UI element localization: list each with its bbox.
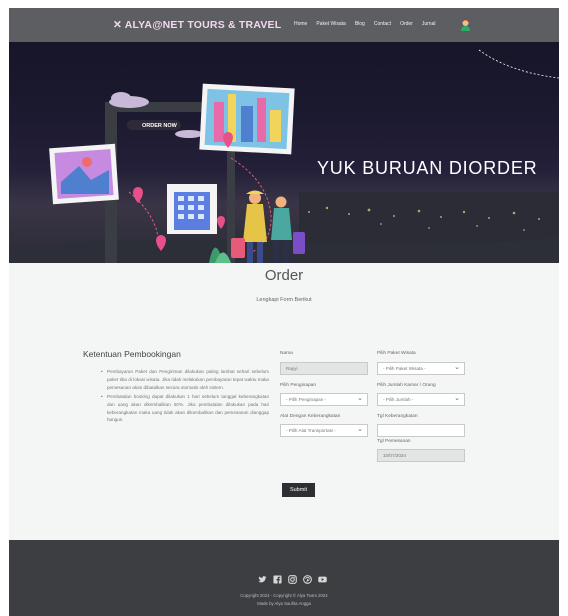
nav-link-order[interactable]: Order <box>400 21 413 27</box>
hero-banner: ORDER NOW YUK BURUAN DIORDER <box>9 42 559 263</box>
navbar: ✕ ALYA@NET TOURS & TRAVEL Home Paket Wis… <box>9 8 559 42</box>
paket-label: Pilih Paket Wisata <box>377 351 416 356</box>
footer: Copyright 2024 - Copyright © Alya Team 2… <box>9 540 559 616</box>
nav-link-home[interactable]: Home <box>294 21 307 27</box>
submit-button[interactable]: Submit <box>282 483 315 497</box>
user-avatar-icon[interactable] <box>460 19 471 31</box>
footer-credit: Made by Alya Saufita Angga <box>257 601 311 606</box>
tgl-pemesanan-label: Tgl Pemesanan <box>377 439 411 444</box>
instagram-icon[interactable] <box>288 575 297 584</box>
travel-illustration <box>9 49 559 263</box>
paket-value: - Pilih Paket Wisata - <box>383 366 426 371</box>
terms-item: Pembatalan booking dapat dilakukan 1 har… <box>101 393 269 425</box>
tgl-pemesanan-input[interactable]: 10/07/2024 <box>377 449 465 462</box>
terms-list: Pembayaran Paket dan Pengiriman dilakuka… <box>101 368 269 425</box>
youtube-icon[interactable] <box>318 575 327 584</box>
nama-label: Nama <box>280 351 293 356</box>
page: ✕ ALYA@NET TOURS & TRAVEL Home Paket Wis… <box>9 8 559 616</box>
hero-headline: YUK BURUAN DIORDER <box>317 158 538 178</box>
paket-select[interactable]: - Pilih Paket Wisata - <box>377 362 465 375</box>
order-subtitle: Lengkapi Form Berikut <box>256 297 312 303</box>
kamar-select[interactable]: - Pilih Jumlah - <box>377 393 465 406</box>
nav-link-contact[interactable]: Contact <box>374 21 391 27</box>
terms-title: Ketentuan Pembookingan <box>83 349 181 359</box>
penginapan-value: - Pilih Penginapan - <box>286 397 327 402</box>
footer-copyright: Copyright 2024 - Copyright © Alya Team 2… <box>240 593 328 598</box>
pinterest-icon[interactable] <box>303 575 312 584</box>
penginapan-label: Pilih Penginapan <box>280 383 317 388</box>
alat-value: - Pilih Alat Transportasi - <box>286 428 336 433</box>
kamar-value: - Pilih Jumlah - <box>383 397 414 402</box>
nav-links: Home Paket Wisata Blog Contact Order Jur… <box>294 21 435 27</box>
tgl-berangkat-label: Tgl Keberangkatan <box>377 414 418 419</box>
facebook-icon[interactable] <box>273 575 282 584</box>
twitter-icon[interactable] <box>258 575 267 584</box>
kamar-label: Pilih Jumlah Kamar / Orang <box>377 383 436 388</box>
alat-label: Alat Dengan Keberangkatan <box>280 414 341 419</box>
social-links <box>258 575 327 584</box>
penginapan-select[interactable]: - Pilih Penginapan - <box>280 393 368 406</box>
alat-select[interactable]: - Pilih Alat Transportasi - <box>280 424 368 437</box>
nav-link-paket-wisata[interactable]: Paket Wisata <box>316 21 345 27</box>
brand-logo[interactable]: ✕ ALYA@NET TOURS & TRAVEL <box>113 19 281 31</box>
plane-icon: ✕ <box>113 19 122 31</box>
nav-link-blog[interactable]: Blog <box>355 21 365 27</box>
order-title: Order <box>264 267 304 284</box>
brand-name: ALYA@NET TOURS & TRAVEL <box>124 19 282 31</box>
tgl-berangkat-input[interactable] <box>377 424 465 437</box>
order-now-label: ORDER NOW <box>142 123 177 129</box>
nama-input[interactable]: Rayyi <box>280 362 368 375</box>
nav-link-jurnal[interactable]: Jurnal <box>422 21 436 27</box>
terms-item: Pembayaran Paket dan Pengiriman dilakuka… <box>101 368 269 392</box>
